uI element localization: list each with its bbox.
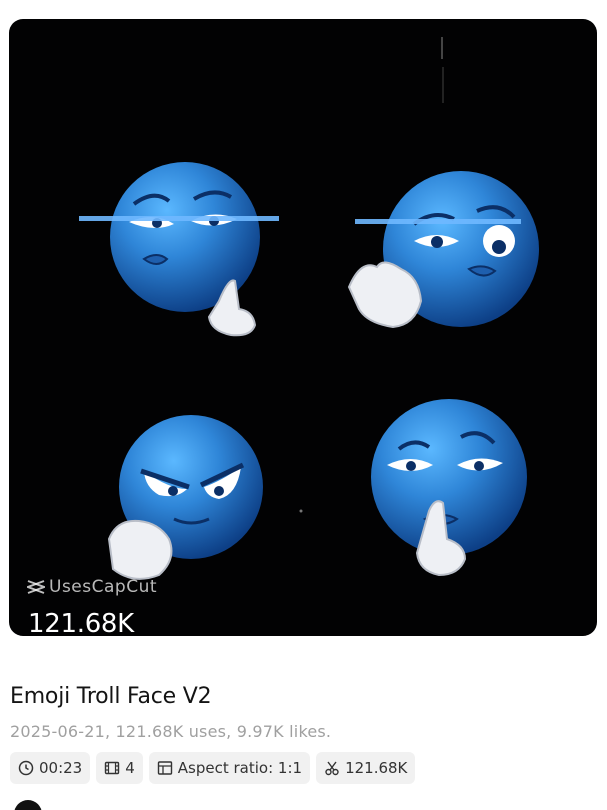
emoji-top-right	[347, 171, 539, 329]
emoji-bottom-right	[371, 399, 527, 577]
template-meta: 2025-06-21, 121.68K uses, 9.97K likes.	[10, 722, 332, 741]
preview-artwork	[79, 37, 539, 580]
emoji-top-left	[79, 162, 279, 337]
layout-icon	[157, 761, 172, 775]
template-title[interactable]: Emoji Troll Face V2	[10, 684, 212, 709]
capcut-logo-icon	[27, 580, 45, 594]
scissors-icon	[325, 761, 339, 776]
duration-chip: 00:23	[10, 752, 91, 784]
film-icon	[105, 761, 120, 775]
emoji-bottom-left	[107, 415, 263, 580]
uses-chip: 121.68K	[316, 752, 416, 784]
template-preview[interactable]: UsesCapCut 121.68K	[9, 19, 597, 636]
template-stats-chips: 00:23 4 Aspect ratio: 1:1 121.68K	[10, 752, 416, 784]
creator-avatar[interactable]	[14, 800, 42, 810]
capcut-watermark: UsesCapCut	[27, 577, 157, 597]
aspect-ratio-label: Aspect ratio: 1:1	[177, 759, 303, 777]
duration-label: 00:23	[39, 759, 83, 777]
aspect-ratio-chip: Aspect ratio: 1:1	[148, 752, 311, 784]
uses-label: 121.68K	[345, 759, 408, 777]
watermark-text: UsesCapCut	[49, 577, 158, 597]
clips-label: 4	[125, 759, 135, 777]
clock-icon	[18, 760, 34, 776]
usage-count-overlay: 121.68K	[28, 609, 134, 636]
clips-chip: 4	[96, 752, 143, 784]
